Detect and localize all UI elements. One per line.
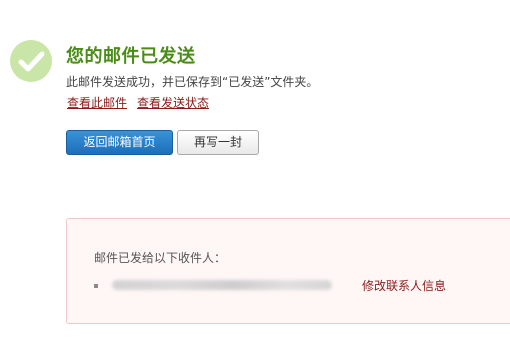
view-send-status-link[interactable]: 查看发送状态 (137, 96, 209, 110)
recipients-heading: 邮件已发给以下收件人： (94, 251, 227, 265)
write-another-button[interactable]: 再写一封 (177, 130, 259, 155)
back-to-inbox-button[interactable]: 返回邮箱首页 (66, 130, 173, 155)
edit-contact-link[interactable]: 修改联系人信息 (362, 277, 446, 294)
status-description: 此邮件发送成功，并已保存到“已发送”文件夹。 (66, 75, 319, 89)
view-mail-link[interactable]: 查看此邮件 (67, 96, 127, 110)
checkmark-circle-icon (10, 40, 52, 82)
blurred-recipient-address (112, 280, 332, 290)
action-links: 查看此邮件 查看发送状态 (67, 94, 219, 111)
recipients-panel: 邮件已发给以下收件人： 修改联系人信息 (66, 218, 510, 324)
page-title: 您的邮件已发送 (66, 46, 196, 67)
bullet-icon (94, 284, 98, 288)
